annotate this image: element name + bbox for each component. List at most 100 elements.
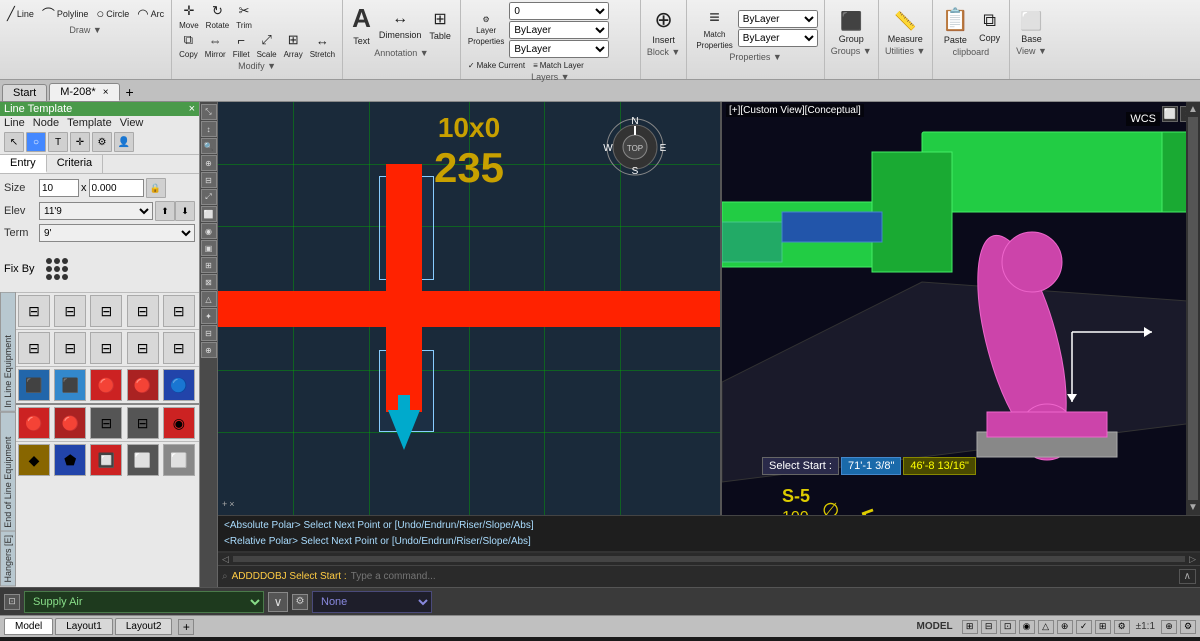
rt-btn-4[interactable]: ⊕ [201,155,217,171]
equip-18[interactable]: ⊟ [90,407,122,439]
menu-template[interactable]: Template [67,117,112,129]
annotation-label[interactable]: Annotation ▼ [349,47,454,58]
base-button[interactable]: ⬜ Base [1016,10,1047,45]
equip-25[interactable]: ⬜ [163,444,195,476]
arc-button[interactable]: ◠ Arc [134,5,167,23]
supply-select[interactable]: Supply Air [24,591,264,613]
hscroll-track[interactable] [233,556,1185,562]
props-bylayer-1[interactable]: ByLayer [738,10,818,28]
array-button[interactable]: ⊞ Array [281,31,306,60]
equip-12[interactable]: ⬛ [54,369,86,401]
tab-start[interactable]: Start [2,84,47,101]
rt-btn-12[interactable]: △ [201,291,217,307]
entry-tab[interactable]: Entry [0,155,47,173]
equip-6[interactable]: ⊟ [18,332,50,364]
rt-btn-13[interactable]: ✦ [201,308,217,324]
fix-by-grid[interactable] [41,253,73,285]
make-current-button[interactable]: ✓Make Current [465,60,528,71]
equip-10[interactable]: ⊟ [163,332,195,364]
supply-settings-icon[interactable]: ⚙ [292,594,308,610]
tab-m208[interactable]: M-208* × [49,83,119,101]
term-select[interactable]: 9' [39,224,195,242]
fillet-button[interactable]: ⌐ Fillet [230,32,253,60]
elev-select[interactable]: 11'9 [39,202,153,220]
layout2-tab[interactable]: Layout2 [115,618,173,635]
command-input[interactable] [351,571,1175,582]
equip-2[interactable]: ⊟ [54,295,86,327]
table-button[interactable]: ⊞ Table [426,8,454,42]
icon-text[interactable]: T [48,132,68,152]
icon-settings[interactable]: ⚙ [92,132,112,152]
equip-11[interactable]: ⬛ [18,369,50,401]
equip-8[interactable]: ⊟ [90,332,122,364]
layer-selector[interactable]: 0 [509,2,609,20]
status-lw-icon[interactable]: ⚙ [1114,620,1130,634]
scroll-up-icon[interactable]: ▲ [1188,104,1198,115]
panel-close-icon[interactable]: × [189,103,195,115]
paste-button[interactable]: 📋 Paste [939,6,972,46]
rt-btn-7[interactable]: ⬜ [201,206,217,222]
mirror-button[interactable]: ⇔ Mirror [202,32,229,60]
layout1-tab[interactable]: Layout1 [55,618,113,635]
measure-button[interactable]: 📏 Measure [885,10,926,45]
draw-label[interactable]: Draw ▼ [4,24,167,35]
add-layout-btn[interactable]: + [178,619,194,635]
utilities-label[interactable]: Utilities ▼ [885,45,926,56]
menu-line[interactable]: Line [4,117,25,129]
equip-9[interactable]: ⊟ [127,332,159,364]
equip-14[interactable]: 🔴 [127,369,159,401]
scroll-right-icon[interactable]: ▷ [1189,554,1196,565]
rt-btn-5[interactable]: ⊟ [201,172,217,188]
equip-23[interactable]: 🔲 [90,444,122,476]
line-button[interactable]: ╱ Line [4,5,37,23]
equip-24[interactable]: ⬜ [127,444,159,476]
equip-17[interactable]: 🔴 [54,407,86,439]
scroll-left-icon[interactable]: ◁ [222,554,229,565]
rotate-button[interactable]: ↻ Rotate [203,2,233,31]
group-button[interactable]: ⬛ Group [831,10,872,45]
polyline-button[interactable]: ⌒ Polyline [39,3,92,24]
rt-btn-9[interactable]: ▣ [201,240,217,256]
equip-7[interactable]: ⊟ [54,332,86,364]
status-dyn-icon[interactable]: ⊞ [1095,620,1111,634]
coord1-display[interactable]: 71'-1 3/8" [841,457,901,475]
size-input[interactable] [39,179,79,197]
rt-btn-8[interactable]: ◉ [201,223,217,239]
equip-1[interactable]: ⊟ [18,295,50,327]
elev-icon[interactable]: ⬆ [155,201,175,221]
block-label[interactable]: Block ▼ [647,46,680,57]
rt-btn-6[interactable]: ⤢ [201,189,217,205]
equip-22[interactable]: ⬟ [54,444,86,476]
equip-5[interactable]: ⊟ [163,295,195,327]
status-ducs-icon[interactable]: ✓ [1076,620,1092,634]
stretch-button[interactable]: ↔ Stretch [307,32,338,60]
tab-close-icon[interactable]: × [103,87,109,98]
equip-19[interactable]: ⊟ [127,407,159,439]
menu-node[interactable]: Node [33,117,59,129]
menu-view[interactable]: View [120,117,144,129]
rt-btn-15[interactable]: ⊕ [201,342,217,358]
status-workspace-icon[interactable]: ⚙ [1180,620,1196,634]
scroll-down-icon[interactable]: ▼ [1188,502,1198,513]
none-select[interactable]: None [312,591,432,613]
status-ortho-icon[interactable]: ⊡ [1000,620,1016,634]
icon-person[interactable]: 👤 [114,132,134,152]
icon-move[interactable]: ✛ [70,132,90,152]
elev-icon2[interactable]: ⬇ [175,201,195,221]
props-bylayer-2[interactable]: ByLayer [738,29,818,47]
text-button[interactable]: A Text [349,2,374,47]
viewport-3d[interactable]: [+][Custom View][Conceptual] [720,102,1200,515]
rt-btn-10[interactable]: ⊞ [201,257,217,273]
equip-20[interactable]: ◉ [163,407,195,439]
expand-cmd-btn[interactable]: ∧ [1179,569,1196,584]
3d-scrollbar[interactable]: ▲ ▼ [1186,102,1200,515]
new-tab-button[interactable]: + [120,83,140,101]
viewport-2d[interactable]: 10x0 235 N S E W TOP [218,102,720,515]
equip-3[interactable]: ⊟ [90,295,122,327]
status-anno-icon[interactable]: ⊕ [1161,620,1177,634]
model-tab[interactable]: Model [4,618,53,635]
status-snap-icon[interactable]: ⊟ [981,620,997,634]
equip-4[interactable]: ⊟ [127,295,159,327]
bylayer-selector2[interactable]: ByLayer [509,40,609,58]
lock-icon[interactable]: 🔒 [146,178,166,198]
